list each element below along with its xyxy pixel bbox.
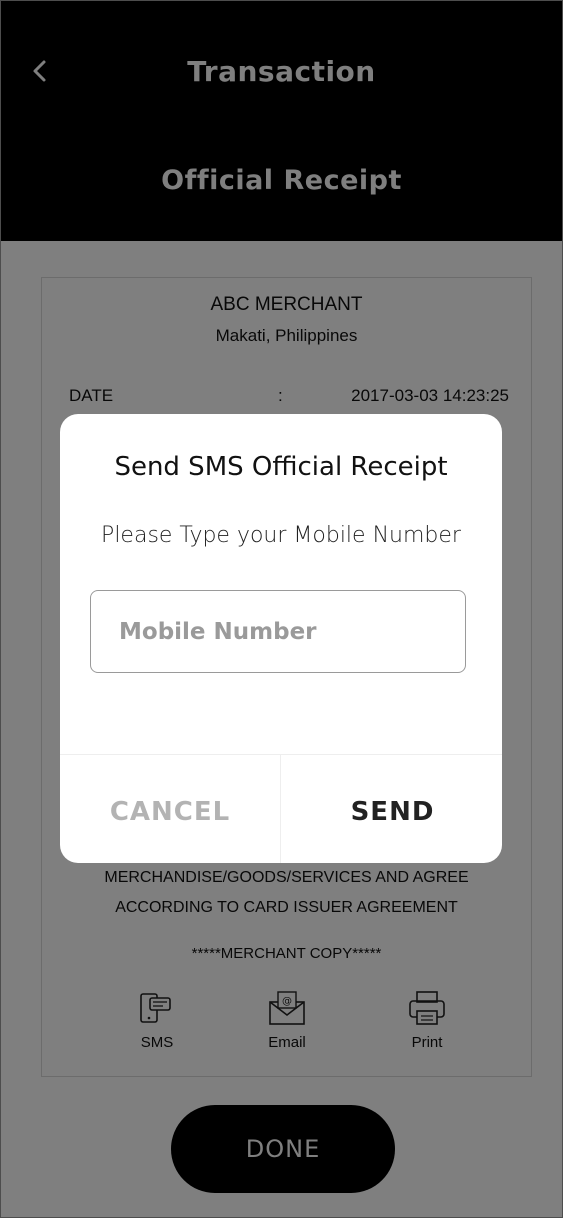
sms-receipt-dialog: Send SMS Official Receipt Please Type yo… <box>60 414 502 863</box>
cancel-button[interactable]: CANCEL <box>60 755 281 863</box>
dialog-message: Please Type your Mobile Number <box>101 523 461 548</box>
dialog-actions: CANCEL SEND <box>60 754 502 863</box>
send-button[interactable]: SEND <box>282 755 502 863</box>
mobile-number-input[interactable] <box>90 590 466 673</box>
dialog-title: Send SMS Official Receipt <box>114 452 448 482</box>
